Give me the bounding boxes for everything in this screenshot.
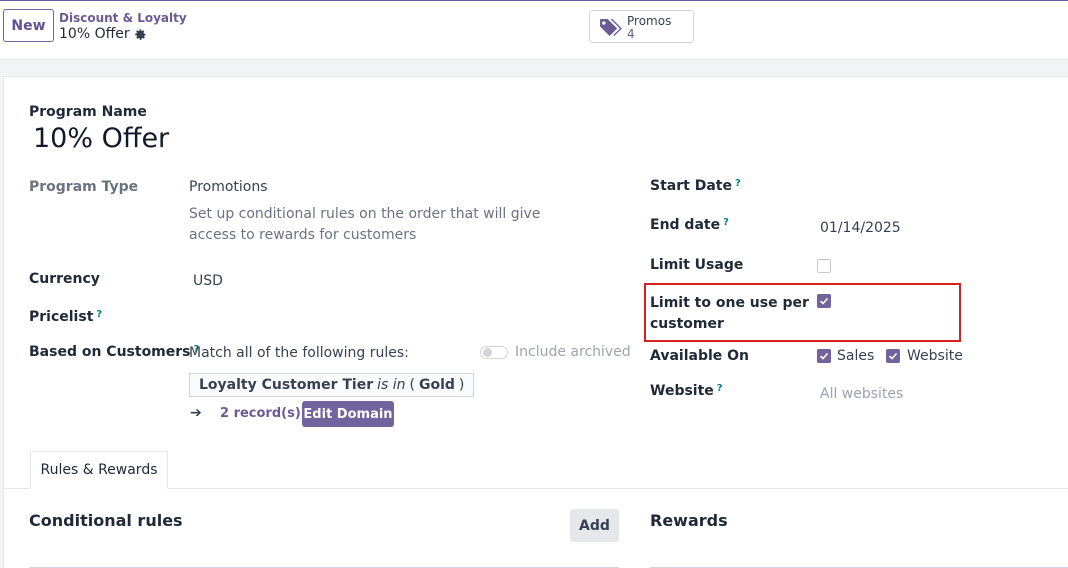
control-panel: New Discount & Loyalty 10% Offer Promos … xyxy=(0,0,1068,60)
website-select[interactable]: All websites xyxy=(820,386,903,402)
program-type-select[interactable]: Promotions xyxy=(189,179,268,195)
record-title: 10% Offer xyxy=(59,26,147,42)
end-date-label: End date? xyxy=(650,217,729,233)
end-date-input[interactable]: 01/14/2025 xyxy=(820,220,901,236)
domain-value: Gold xyxy=(418,377,455,393)
help-icon[interactable]: ? xyxy=(723,217,729,228)
check-icon xyxy=(819,297,829,305)
add-rule-button[interactable]: Add xyxy=(570,509,619,542)
end-date-text: End date xyxy=(650,217,721,233)
domain-field: Loyalty Customer Tier xyxy=(199,377,374,393)
available-sales-label: Sales xyxy=(837,348,875,364)
promos-label: Promos xyxy=(627,14,672,28)
tag-icon xyxy=(599,18,622,41)
available-website-label: Website xyxy=(907,348,963,364)
include-archived-toggle[interactable] xyxy=(480,346,508,359)
new-button[interactable]: New xyxy=(3,9,54,42)
website-label-text: Website xyxy=(650,383,714,399)
currency-label: Currency xyxy=(29,271,100,287)
limit-usage-checkbox[interactable] xyxy=(817,259,831,273)
limit-one-use-label: Limit to one use per customer xyxy=(650,293,809,335)
domain-operator: is in xyxy=(377,377,406,393)
check-icon xyxy=(888,352,898,360)
help-icon[interactable]: ? xyxy=(96,309,102,320)
conditional-rules-title: Conditional rules xyxy=(29,511,183,530)
record-title-text: 10% Offer xyxy=(59,26,130,42)
arrow-right-icon: ➔ xyxy=(190,405,202,421)
domain-rule-pill[interactable]: Loyalty Customer Tier is in ( Gold ) xyxy=(189,373,475,397)
help-icon[interactable]: ? xyxy=(735,178,741,189)
available-website-checkbox[interactable] xyxy=(886,349,900,363)
currency-select[interactable]: USD xyxy=(193,273,223,289)
program-type-label: Program Type xyxy=(29,179,139,195)
website-label: Website? xyxy=(650,383,723,399)
program-type-help: Set up conditional rules on the order th… xyxy=(189,206,541,243)
match-rules-text: Match all of the following rules: xyxy=(189,345,409,361)
available-sales-checkbox[interactable] xyxy=(817,349,831,363)
based-on-customers-label: Based on Customers? xyxy=(29,344,199,360)
available-on-label: Available On xyxy=(650,348,750,364)
limit-one-use-checkbox[interactable] xyxy=(817,294,831,308)
edit-domain-button[interactable]: Edit Domain xyxy=(302,401,394,427)
domain-close-paren: ) xyxy=(458,377,465,393)
limit-one-use-line-2: customer xyxy=(650,316,724,332)
pricelist-label: Pricelist? xyxy=(29,309,102,325)
start-date-label: Start Date? xyxy=(650,178,741,194)
program-name-input[interactable]: 10% Offer xyxy=(33,123,169,154)
program-name-label: Program Name xyxy=(29,104,147,120)
check-icon xyxy=(819,352,829,360)
limit-one-use-line-1: Limit to one use per xyxy=(650,295,809,311)
start-date-text: Start Date xyxy=(650,178,732,194)
help-icon[interactable]: ? xyxy=(717,383,723,394)
rewards-title: Rewards xyxy=(650,511,728,530)
breadcrumb-discount-loyalty[interactable]: Discount & Loyalty xyxy=(59,11,187,25)
include-archived-label: Include archived xyxy=(515,344,631,360)
based-on-customers-text: Based on Customers xyxy=(29,344,191,360)
gear-icon[interactable] xyxy=(134,28,147,41)
form-sheet: Program Name 10% Offer Program Type Prom… xyxy=(3,76,1068,568)
promos-smart-button[interactable]: Promos 4 xyxy=(589,10,694,43)
records-count-link[interactable]: 2 record(s) xyxy=(220,406,301,421)
tab-rules-rewards[interactable]: Rules & Rewards xyxy=(30,451,168,489)
promos-count: 4 xyxy=(627,27,635,41)
domain-open-paren: ( xyxy=(409,377,415,393)
limit-usage-label: Limit Usage xyxy=(650,257,744,273)
pricelist-label-text: Pricelist xyxy=(29,309,94,325)
